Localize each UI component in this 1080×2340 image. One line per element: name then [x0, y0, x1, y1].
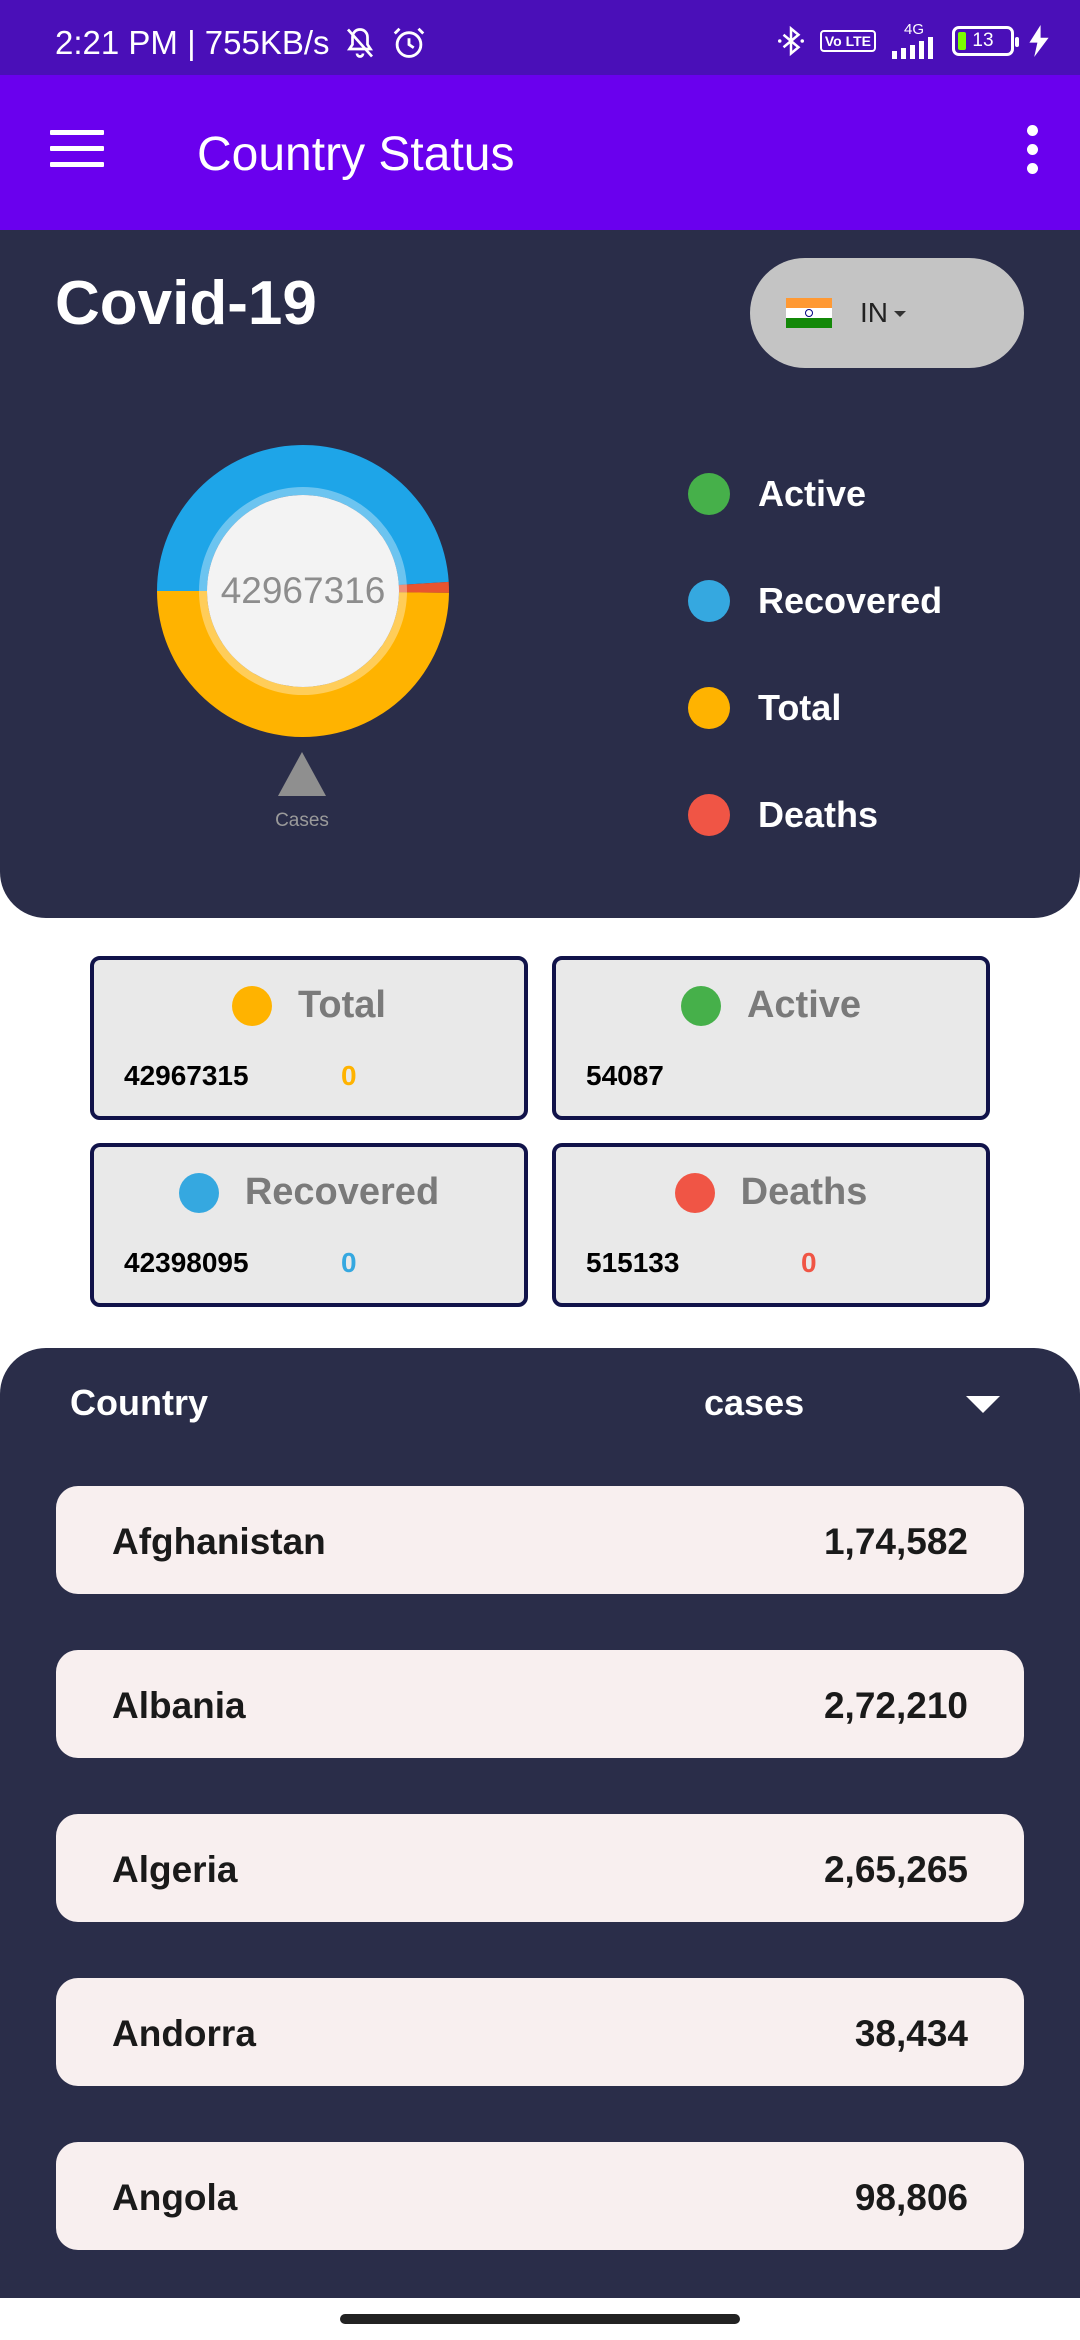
- active-dot: [680, 985, 721, 1026]
- page-title: Covid-19: [55, 269, 317, 338]
- india-flag-icon: [786, 298, 832, 328]
- country-code: IN: [860, 297, 888, 328]
- legend-label: Total: [758, 686, 842, 728]
- gesture-nav-bar[interactable]: [340, 2314, 740, 2324]
- legend: Active Recovered Total Deaths: [688, 440, 942, 868]
- country-selector[interactable]: IN: [750, 258, 1024, 368]
- donut-caption: Cases: [275, 810, 329, 831]
- app-bar: Country Status: [0, 75, 1080, 230]
- volte-badge: Vo LTE: [819, 29, 876, 52]
- legend-label: Recovered: [758, 579, 943, 621]
- country-name: Albania: [112, 1685, 246, 1726]
- more-vert-icon[interactable]: [1022, 125, 1042, 177]
- country-name: Angola: [112, 2177, 238, 2218]
- legend-dot: [688, 686, 730, 729]
- card-label: Recovered: [244, 1171, 440, 1213]
- card-value: 515133: [586, 1247, 680, 1278]
- legend-item-deaths: Deaths: [688, 761, 942, 868]
- country-name: Algeria: [112, 1849, 238, 1890]
- country-cases: 1,74,582: [823, 1521, 968, 1562]
- status-right: Vo LTE 4G 13: [776, 22, 1050, 59]
- charging-icon: [1029, 24, 1049, 57]
- status-left: 2:21 PM | 755KB/s: [55, 24, 428, 62]
- country-name: Andorra: [112, 2013, 256, 2054]
- card-label: Deaths: [740, 1171, 868, 1213]
- status-time-speed: 2:21 PM | 755KB/s: [55, 24, 330, 61]
- deaths-dot: [674, 1172, 715, 1213]
- legend-dot: [688, 793, 730, 836]
- hamburger-menu-icon[interactable]: [50, 130, 104, 170]
- network-type: 4G: [890, 22, 938, 59]
- card-delta: 0: [341, 1060, 357, 1091]
- mute-bell-icon: [346, 28, 373, 58]
- list-item[interactable]: Albania 2,72,210: [56, 1650, 1024, 1758]
- sort-dropdown-icon[interactable]: [966, 1396, 1000, 1413]
- card-value: 42398095: [124, 1247, 249, 1278]
- donut-center-value: 42967316: [207, 495, 399, 687]
- card-delta: 0: [341, 1247, 357, 1278]
- legend-item-active: Active: [688, 440, 942, 547]
- country-cases: 98,806: [854, 2177, 968, 2218]
- country-name: Afghanistan: [112, 1521, 326, 1562]
- list-item[interactable]: Andorra 38,434: [56, 1978, 1024, 2086]
- list-item[interactable]: Angola 98,806: [56, 2142, 1024, 2250]
- summary-panel: Covid-19 IN 42967316 Cases Active Recove…: [0, 230, 1080, 918]
- legend-label: Active: [758, 472, 867, 514]
- list-item[interactable]: Algeria 2,65,265: [56, 1814, 1024, 1922]
- card-delta: 0: [801, 1247, 817, 1278]
- cases-donut-chart: 42967316: [155, 443, 451, 739]
- status-bar: 2:21 PM | 755KB/s Vo LTE 4G 13: [0, 0, 1080, 75]
- card-deaths: Deaths 515133 0: [552, 1143, 990, 1307]
- app-title: Country Status: [197, 128, 515, 181]
- signal-icon: [892, 37, 933, 59]
- card-label: Active: [746, 984, 862, 1026]
- country-cases: 2,72,210: [823, 1685, 968, 1726]
- chevron-down-icon: [894, 311, 906, 317]
- alarm-icon: [393, 27, 424, 58]
- column-header-cases: cases: [704, 1382, 805, 1423]
- card-value: 42967315: [124, 1060, 249, 1091]
- country-cases: 2,65,265: [823, 1849, 968, 1890]
- legend-dot: [688, 472, 730, 515]
- country-list-panel: Country cases Afghanistan 1,74,582 Alban…: [0, 1348, 1080, 2298]
- card-active: Active 54087: [552, 956, 990, 1120]
- legend-label: Deaths: [758, 793, 879, 835]
- card-value: 54087: [586, 1060, 664, 1091]
- card-total: Total 42967315 0: [90, 956, 528, 1120]
- list-item[interactable]: Afghanistan 1,74,582: [56, 1486, 1024, 1594]
- legend-item-total: Total: [688, 654, 942, 761]
- card-recovered: Recovered 42398095 0: [90, 1143, 528, 1307]
- recovered-dot: [178, 1172, 219, 1213]
- total-dot: [232, 985, 273, 1026]
- triangle-marker-icon: [278, 752, 326, 796]
- bluetooth-icon: [777, 25, 804, 56]
- column-header-country: Country: [70, 1382, 208, 1423]
- battery-icon: 13: [952, 25, 1019, 56]
- card-label: Total: [298, 984, 386, 1026]
- legend-item-recovered: Recovered: [688, 547, 942, 654]
- legend-dot: [688, 579, 730, 622]
- country-cases: 38,434: [854, 2013, 968, 2054]
